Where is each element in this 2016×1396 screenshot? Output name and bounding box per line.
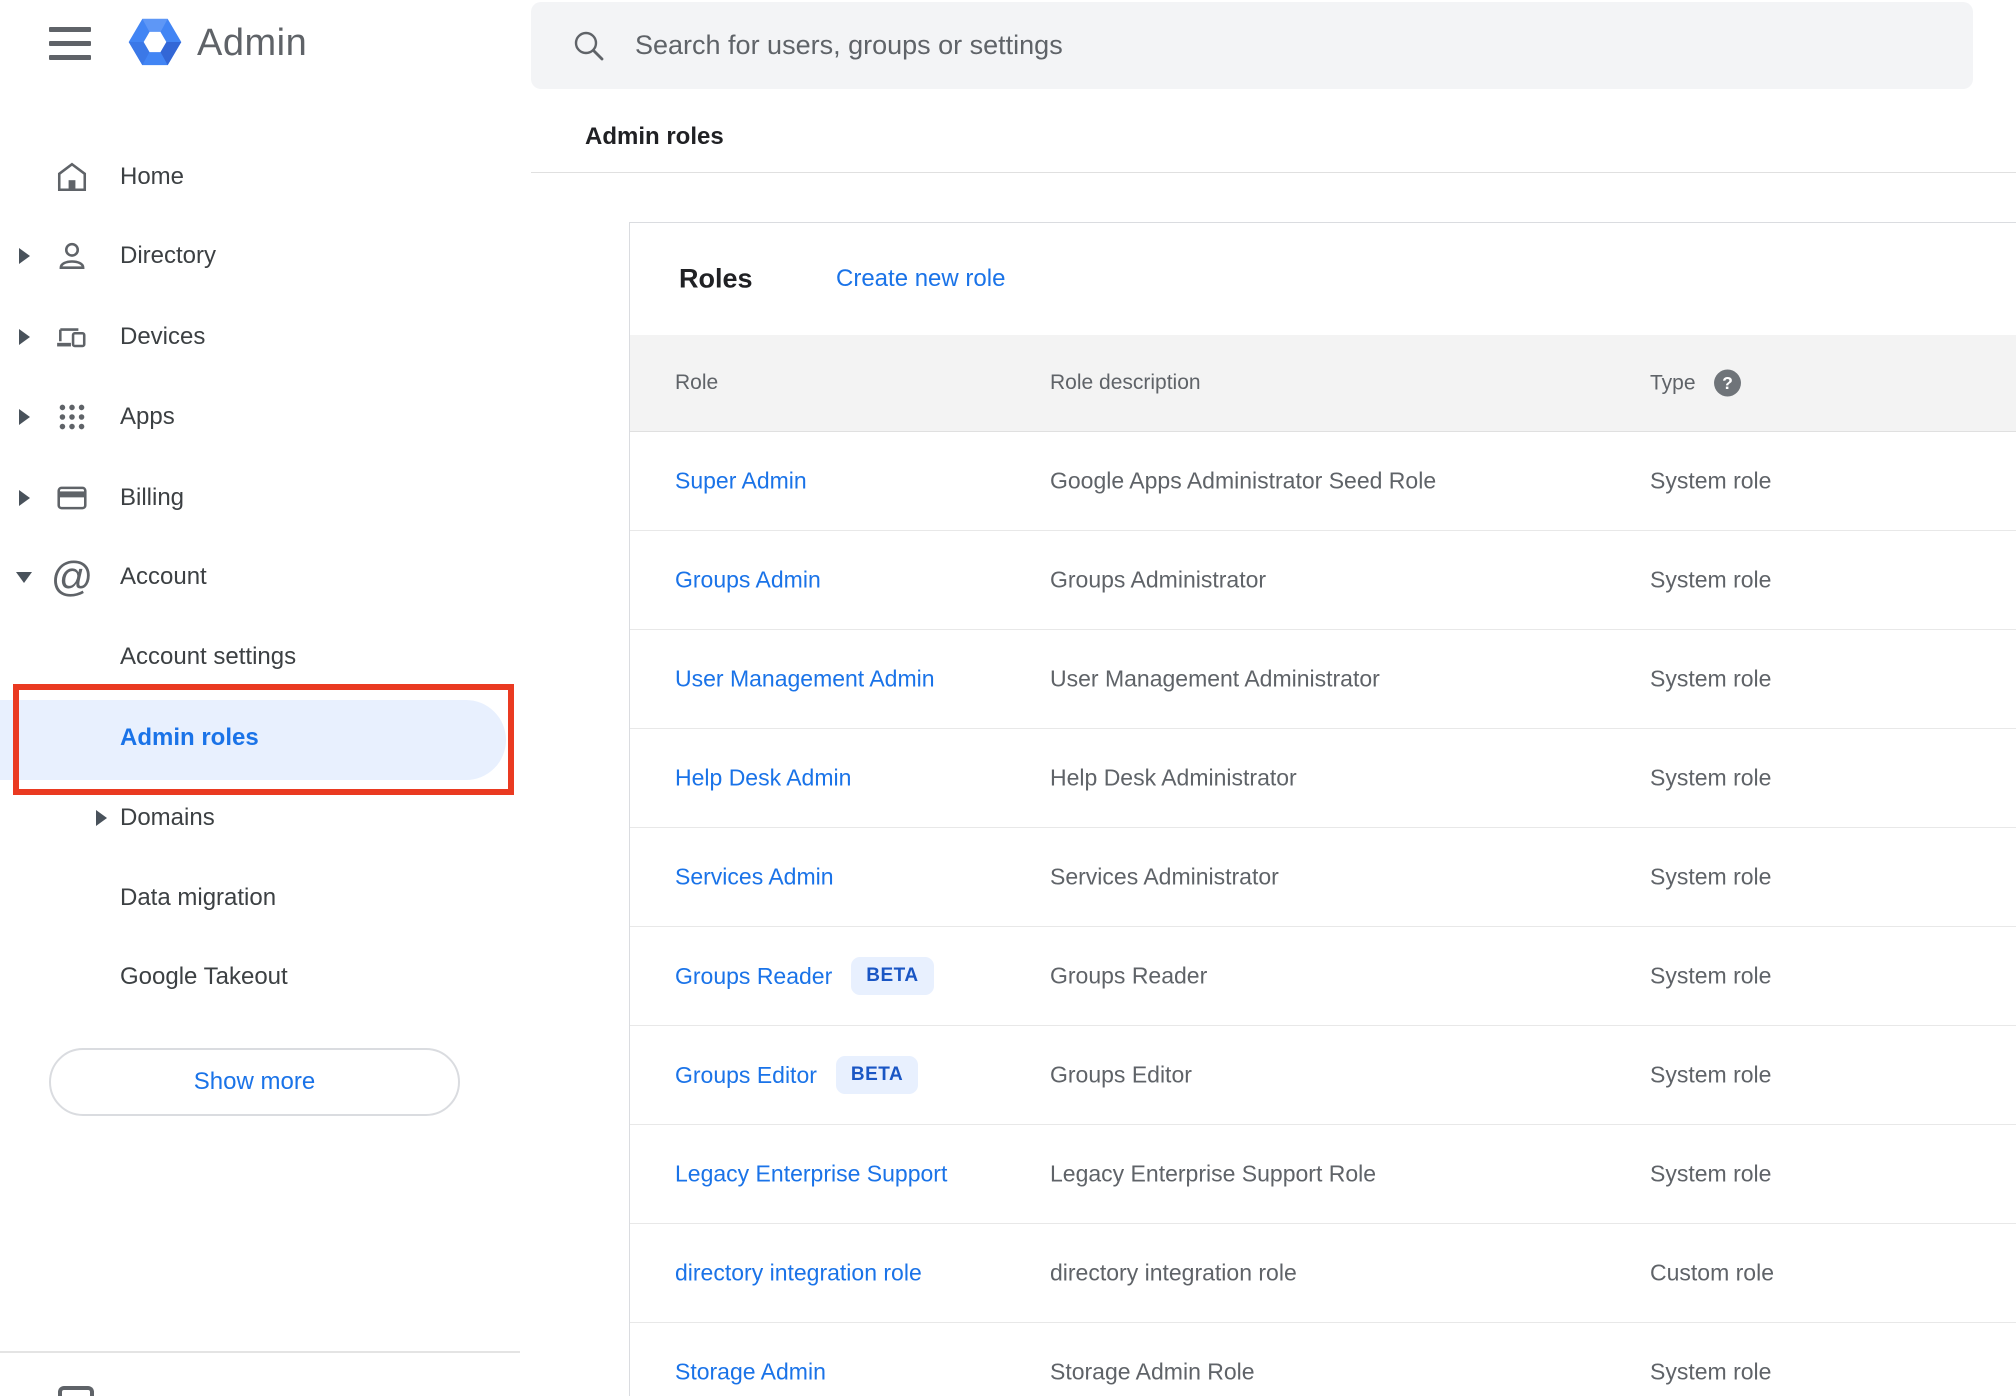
apps-grid-icon [55,400,89,434]
home-icon [55,160,89,194]
sidebar-item-account[interactable]: @ Account [0,537,520,617]
column-header-role-description: Role description [1050,371,1201,394]
table-row: Groups Admin Groups Administrator System… [630,531,2016,630]
role-link[interactable]: Storage Admin [675,1359,826,1386]
expand-arrow-icon[interactable] [19,248,30,264]
clipped-nav-icon [58,1386,94,1396]
sidebar-item-data-migration[interactable]: Data migration [0,858,520,938]
sidebar-item-google-takeout[interactable]: Google Takeout [0,937,520,1017]
card-title: Roles [679,263,753,294]
sidebar-item-directory[interactable]: Directory [0,216,520,296]
app-title: Admin [197,22,308,64]
roles-card-header: Roles Create new role [630,223,2016,335]
search-icon [571,28,607,64]
column-header-role: Role [675,371,719,394]
table-row: Legacy Enterprise Support Legacy Enterpr… [630,1125,2016,1224]
admin-hexagon-logo-icon [128,18,182,66]
sidebar-item-home[interactable]: Home [0,137,520,217]
role-link[interactable]: Groups Reader BETA [675,957,934,995]
sidebar-item-devices[interactable]: Devices [0,297,520,377]
roles-card: Roles Create new role Role Role descript… [629,222,2016,1396]
table-header-row: Role Role description Type ? [630,335,2016,432]
sidebar-item-domains[interactable]: Domains [0,778,520,858]
sidebar-item-apps[interactable]: Apps [0,377,520,457]
role-description: Help Desk Administrator [1050,764,1297,791]
header-divider [531,172,2016,173]
expand-arrow-icon[interactable] [96,810,107,826]
person-icon [55,239,89,273]
table-row: Groups Reader BETA Groups Reader System … [630,927,2016,1026]
role-link[interactable]: Super Admin [675,468,807,495]
role-link[interactable]: Groups Editor BETA [675,1056,919,1094]
role-type: System role [1650,665,1772,692]
role-link[interactable]: Groups Admin [675,567,821,594]
at-sign-icon: @ [50,553,94,600]
table-row: Services Admin Services Administrator Sy… [630,828,2016,927]
role-type: System role [1650,863,1772,890]
sidebar-item-billing[interactable]: Billing [0,458,520,538]
role-description: directory integration role [1050,1259,1297,1286]
help-circle-icon[interactable]: ? [1713,369,1742,398]
role-link[interactable]: Services Admin [675,864,834,891]
role-description: Legacy Enterprise Support Role [1050,1160,1377,1187]
role-description: Google Apps Administrator Seed Role [1050,467,1437,494]
show-more-button[interactable]: Show more [49,1048,460,1116]
role-type: System role [1650,467,1772,494]
expand-arrow-icon[interactable] [19,409,30,425]
role-link[interactable]: Legacy Enterprise Support [675,1161,947,1188]
role-link[interactable]: User Management Admin [675,666,935,693]
beta-badge: BETA [851,957,934,995]
role-description: User Management Administrator [1050,665,1380,692]
role-type: System role [1650,764,1772,791]
table-row: Groups Editor BETA Groups Editor System … [630,1026,2016,1125]
role-description: Groups Administrator [1050,566,1267,593]
role-type: System role [1650,1358,1772,1385]
create-new-role-link[interactable]: Create new role [836,265,1005,293]
table-row: User Management Admin User Management Ad… [630,630,2016,729]
expand-arrow-icon[interactable] [19,490,30,506]
role-link[interactable]: Help Desk Admin [675,765,851,792]
table-row: Super Admin Google Apps Administrator Se… [630,432,2016,531]
role-description: Groups Editor [1050,1061,1192,1088]
menu-hamburger-icon[interactable] [49,27,91,60]
role-description: Services Administrator [1050,863,1279,890]
role-type: System role [1650,566,1772,593]
sidebar-divider [0,1351,520,1353]
role-type: System role [1650,962,1772,989]
admin-console-screen: Admin Admin roles Home Direct [0,0,2016,1396]
sidebar-item-account-settings[interactable]: Account settings [0,617,520,697]
table-row: Storage Admin Storage Admin Role System … [630,1323,2016,1396]
table-row: Help Desk Admin Help Desk Administrator … [630,729,2016,828]
beta-badge: BETA [835,1056,919,1094]
column-header-type: Type ? [1650,369,1742,398]
breadcrumb: Admin roles [585,123,724,150]
role-type: Custom role [1650,1259,1774,1286]
role-type: System role [1650,1061,1772,1088]
expand-arrow-icon[interactable] [19,329,30,345]
role-description: Storage Admin Role [1050,1358,1255,1385]
role-link[interactable]: directory integration role [675,1260,922,1287]
role-type: System role [1650,1160,1772,1187]
collapse-arrow-icon[interactable] [16,571,32,583]
search-input[interactable] [633,29,1917,62]
svg-text:?: ? [1722,373,1733,393]
credit-card-icon [55,481,89,515]
devices-icon [55,320,89,354]
sidebar-item-admin-roles[interactable]: Admin roles [0,700,506,780]
search-bar[interactable] [531,2,1973,89]
role-description: Groups Reader [1050,962,1208,989]
table-row: directory integration role directory int… [630,1224,2016,1323]
